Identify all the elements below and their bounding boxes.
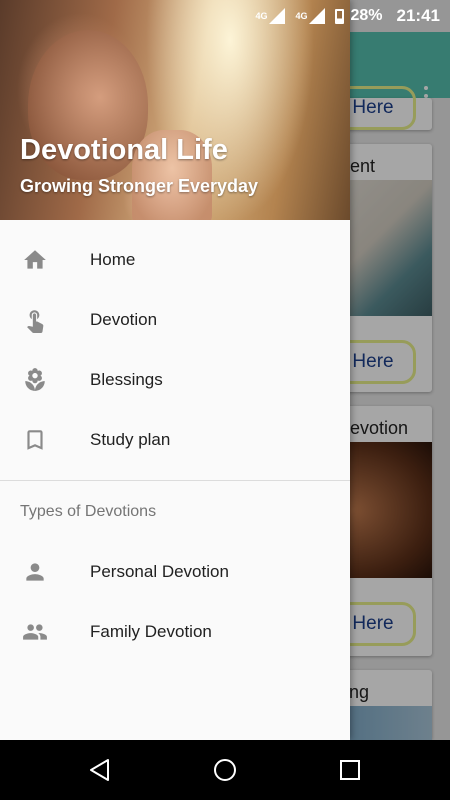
menu-item-home[interactable]: Home	[0, 230, 350, 290]
home-icon	[22, 247, 48, 273]
menu-item-devotion[interactable]: Devotion	[0, 290, 350, 350]
menu-item-study-plan[interactable]: Study plan	[0, 410, 350, 470]
menu-item-family-devotion[interactable]: Family Devotion	[0, 602, 350, 662]
people-icon	[22, 619, 48, 645]
menu-item-label: Home	[90, 250, 136, 269]
menu-item-blessings[interactable]: Blessings	[0, 350, 350, 410]
touch-icon	[22, 307, 48, 333]
drawer-header: Devotional Life Growing Stronger Everyda…	[0, 0, 350, 220]
signal-icon	[309, 8, 326, 24]
home-button-icon[interactable]	[213, 758, 237, 782]
back-icon[interactable]	[88, 758, 112, 782]
drawer-title: Devotional Life	[20, 134, 228, 166]
menu-item-personal-devotion[interactable]: Personal Devotion	[0, 542, 350, 602]
menu-item-label: Devotion	[90, 310, 158, 329]
clock: 21:41	[396, 6, 440, 25]
menu-item-label: Family Devotion	[90, 622, 212, 641]
menu-item-label: Study plan	[90, 430, 171, 449]
flower-icon	[22, 367, 48, 393]
battery-percent: 28%	[350, 7, 383, 24]
battery-icon	[335, 8, 345, 24]
menu-item-label: Personal Devotion	[90, 562, 229, 581]
person-icon	[22, 559, 48, 585]
network-label: 4G	[255, 11, 268, 21]
divider	[0, 480, 350, 481]
signal-icon	[269, 8, 286, 24]
system-nav-bar	[0, 740, 450, 800]
section-title: Types of Devotions	[20, 503, 157, 520]
menu-item-label: Blessings	[90, 370, 163, 389]
network-label: 4G	[295, 11, 308, 21]
recents-icon[interactable]	[338, 758, 362, 782]
drawer-subtitle: Growing Stronger Everyday	[20, 176, 259, 196]
navigation-drawer: Devotional Life Growing Stronger Everyda…	[0, 0, 350, 740]
bookmark-icon	[22, 427, 48, 453]
status-bar: 4G 4G 28% 21:41	[0, 0, 450, 32]
